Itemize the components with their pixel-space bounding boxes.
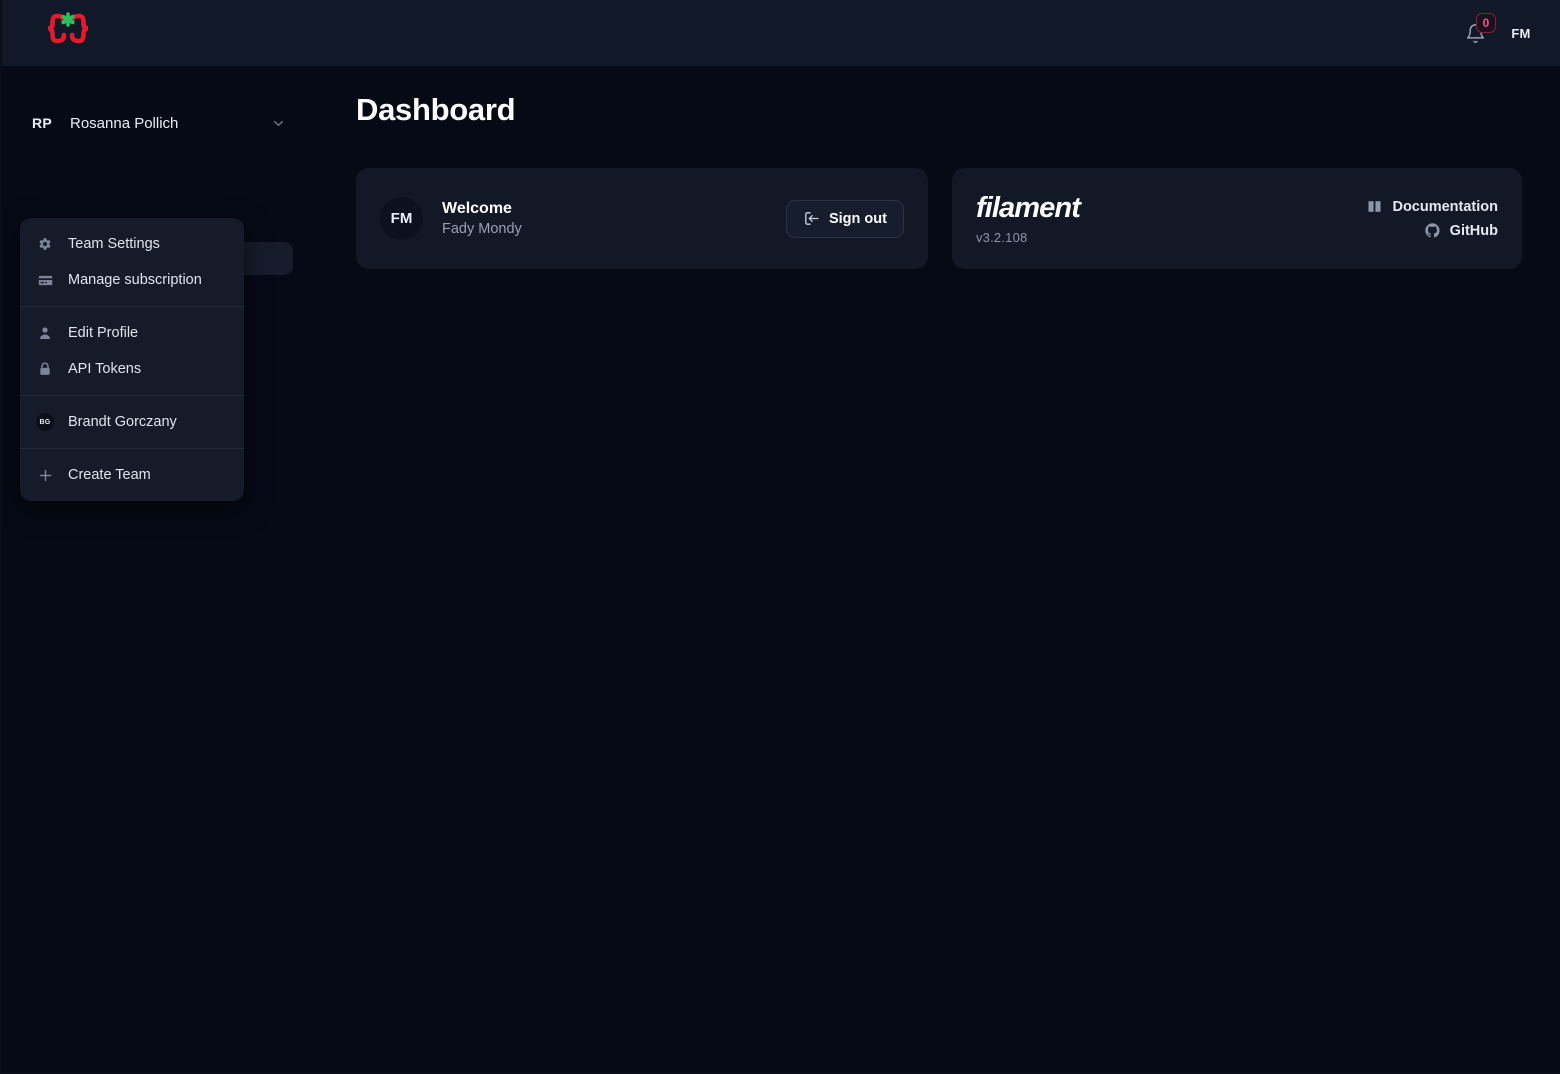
menu-item-label: Team Settings xyxy=(68,236,160,252)
team-initials: RP xyxy=(32,115,53,131)
chevron-down-icon xyxy=(271,116,286,131)
welcome-card-text: Welcome Fady Mondy xyxy=(442,198,522,240)
menu-item-label: API Tokens xyxy=(68,361,142,377)
menu-item-edit-profile[interactable]: Edit Profile xyxy=(20,315,244,351)
menu-item-create-team[interactable]: Create Team xyxy=(20,457,244,493)
team-avatar-initials: BG xyxy=(36,413,54,431)
credit-card-icon xyxy=(36,271,54,289)
menu-item-label: Create Team xyxy=(68,467,151,483)
menu-item-label: Edit Profile xyxy=(68,325,139,341)
logout-icon xyxy=(803,210,820,227)
menu-item-label: Brandt Gorczany xyxy=(68,414,177,430)
menu-item-label: Manage subscription xyxy=(68,272,202,288)
welcome-title: Welcome xyxy=(442,199,512,217)
team-name: Rosanna Pollich xyxy=(70,114,179,132)
dashboard-cards: FM Welcome Fady Mondy Sign out filament … xyxy=(356,168,1522,269)
lock-icon xyxy=(36,360,54,378)
topbar: 0 FM xyxy=(2,0,1560,66)
app-root: 0 FM RP Rosanna Pollich Team Settings Ma… xyxy=(0,0,1560,1074)
sidebar: RP Rosanna Pollich Team Settings Manage … xyxy=(2,66,314,1072)
menu-item-team-settings[interactable]: Team Settings xyxy=(20,226,244,262)
dropdown-group-teams: BG Brandt Gorczany xyxy=(20,395,244,448)
user-icon xyxy=(36,324,54,342)
plus-icon xyxy=(36,466,54,484)
menu-item-manage-subscription[interactable]: Manage subscription xyxy=(20,262,244,298)
gear-icon xyxy=(36,235,54,253)
main-content: Dashboard FM Welcome Fady Mondy Sign out… xyxy=(314,66,1560,1072)
topbar-actions: 0 FM xyxy=(1460,13,1538,50)
team-selector[interactable]: RP Rosanna Pollich xyxy=(22,104,294,142)
filament-branding: filament v3.2.108 xyxy=(975,192,1081,245)
curly-brace-asterisk-logo[interactable] xyxy=(42,10,94,56)
user-avatar[interactable]: FM xyxy=(1504,16,1538,50)
menu-item-team-brandt-gorczany[interactable]: BG Brandt Gorczany xyxy=(20,404,244,440)
documentation-link[interactable]: Documentation xyxy=(1366,198,1498,215)
documentation-label: Documentation xyxy=(1392,198,1498,215)
dropdown-group-team: Team Settings Manage subscription xyxy=(20,218,244,306)
notifications-button[interactable]: 0 xyxy=(1460,13,1496,48)
github-label: GitHub xyxy=(1449,222,1498,239)
welcome-username: Fady Mondy xyxy=(442,221,522,238)
page-title: Dashboard xyxy=(356,92,516,127)
github-link[interactable]: GitHub xyxy=(1424,222,1498,239)
welcome-avatar: FM xyxy=(380,197,423,240)
github-icon xyxy=(1424,222,1441,239)
welcome-card-user: FM Welcome Fady Mondy xyxy=(380,197,522,240)
filament-links: Documentation GitHub xyxy=(1366,198,1498,239)
team-avatar-icon: BG xyxy=(36,413,54,431)
team-dropdown-menu: Team Settings Manage subscription Edit P… xyxy=(20,218,244,501)
notification-count-badge: 0 xyxy=(1476,13,1496,33)
filament-info-card: filament v3.2.108 Documentation GitHub xyxy=(951,168,1522,269)
book-icon xyxy=(1366,198,1383,215)
filament-wordmark: filament xyxy=(975,192,1081,224)
dropdown-group-create: Create Team xyxy=(20,448,244,501)
sign-out-label: Sign out xyxy=(828,210,887,227)
dropdown-group-account: Edit Profile API Tokens xyxy=(20,306,244,395)
sign-out-button[interactable]: Sign out xyxy=(785,199,904,238)
filament-version: v3.2.108 xyxy=(975,230,1028,245)
welcome-card: FM Welcome Fady Mondy Sign out xyxy=(356,168,928,269)
menu-item-api-tokens[interactable]: API Tokens xyxy=(20,351,244,387)
